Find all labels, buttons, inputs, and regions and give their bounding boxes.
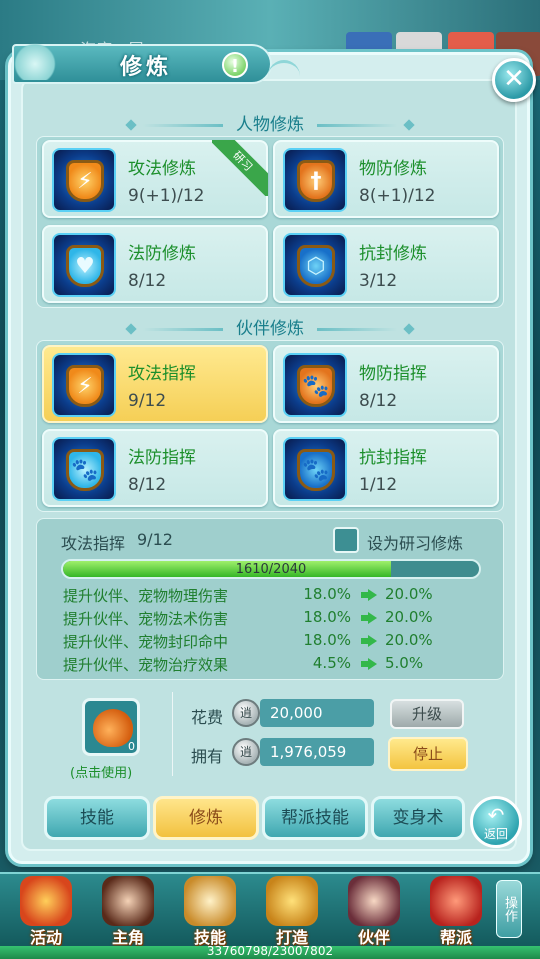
card-physical-defense-cultivation[interactable]: † 物防修炼 8(+1)/12 bbox=[273, 140, 499, 218]
hero-portrait-icon bbox=[102, 876, 154, 926]
tab-skills[interactable]: 技能 bbox=[44, 796, 150, 840]
card-level: 8/12 bbox=[128, 475, 167, 495]
selected-level: 9/12 bbox=[137, 530, 173, 549]
card-level: 9/12 bbox=[128, 391, 167, 411]
card-attack-magic-cultivation[interactable]: ⚡ 攻法修炼 9(+1)/12 研习 bbox=[42, 140, 268, 218]
arrow-right-icon bbox=[361, 635, 377, 647]
attribute-next: 20.0% bbox=[385, 631, 433, 649]
attribute-current: 18.0% bbox=[303, 585, 351, 603]
paw-shield-icon: 🐾 bbox=[297, 365, 335, 407]
acorn-item-slot[interactable]: 0 bbox=[82, 698, 140, 756]
arrow-right-icon bbox=[361, 612, 377, 624]
menu-partners[interactable]: 伙伴 bbox=[334, 876, 414, 948]
card-seal-resist-cultivation[interactable]: ⬡ 抗封修炼 3/12 bbox=[273, 225, 499, 303]
attribute-current: 18.0% bbox=[303, 631, 351, 649]
attribute-current: 18.0% bbox=[303, 608, 351, 626]
item-use-caption: (点击使用) bbox=[70, 766, 133, 781]
own-label: 拥有 bbox=[191, 747, 224, 766]
study-ribbon: 研习 bbox=[212, 140, 268, 196]
attribute-label: 提升伙伴、宠物物理伤害 bbox=[63, 587, 229, 605]
cost-label: 花费 bbox=[191, 708, 224, 727]
tab-guild-skills[interactable]: 帮派技能 bbox=[262, 796, 368, 840]
lotus-icon bbox=[10, 40, 60, 80]
acorn-icon bbox=[93, 709, 133, 747]
section-partner-heading: 伙伴修炼 bbox=[0, 314, 540, 339]
detail-panel: 攻法指挥 9/12 设为研习修炼 1610/2040 提升伙伴、宠物物理伤害 1… bbox=[36, 518, 504, 680]
card-name: 攻法修炼 bbox=[128, 159, 196, 179]
card-level: 8/12 bbox=[128, 271, 167, 291]
card-name: 物防指挥 bbox=[359, 364, 427, 384]
divider bbox=[172, 692, 173, 776]
menu-character[interactable]: 主角 bbox=[88, 876, 168, 948]
card-name: 法防指挥 bbox=[128, 448, 196, 468]
attribute-next: 20.0% bbox=[385, 608, 433, 626]
sword-shield-icon: † bbox=[297, 160, 335, 202]
partner-portrait-icon bbox=[348, 876, 400, 926]
attribute-next: 20.0% bbox=[385, 585, 433, 603]
attribute-next: 5.0% bbox=[385, 654, 424, 672]
card-physical-defense-command[interactable]: 🐾 物防指挥 8/12 bbox=[273, 345, 499, 423]
tab-cultivation[interactable]: 修炼 bbox=[153, 796, 259, 840]
card-name: 法防修炼 bbox=[128, 244, 196, 264]
set-study-checkbox[interactable] bbox=[333, 527, 359, 553]
card-magic-defense-cultivation[interactable]: ♥ 法防修炼 8/12 bbox=[42, 225, 268, 303]
silver-coin-icon: 逍 bbox=[232, 699, 260, 727]
paw-shield-icon: 🐾 bbox=[66, 449, 104, 491]
card-name: 抗封指挥 bbox=[359, 448, 427, 468]
paw-shield-icon: 🐾 bbox=[297, 449, 335, 491]
own-value: 1,976,059 bbox=[260, 738, 374, 766]
guild-banner-icon bbox=[430, 876, 482, 926]
item-count: 0 bbox=[128, 740, 135, 753]
selected-name: 攻法指挥 bbox=[61, 534, 126, 553]
attribute-label: 提升伙伴、宠物法术伤害 bbox=[63, 610, 229, 628]
window-title: 修炼 bbox=[120, 55, 173, 80]
menu-guild[interactable]: 帮派 bbox=[416, 876, 496, 948]
back-button[interactable]: ↶ 返回 bbox=[470, 796, 522, 848]
card-level: 1/12 bbox=[359, 475, 398, 495]
stop-button[interactable]: 停止 bbox=[388, 737, 468, 771]
cost-value: 20,000 bbox=[260, 699, 374, 727]
card-level: 8/12 bbox=[359, 391, 398, 411]
attribute-label: 提升伙伴、宠物封印命中 bbox=[63, 633, 229, 651]
section-character-title: 人物修炼 bbox=[236, 115, 304, 135]
card-level: 9(+1)/12 bbox=[128, 186, 205, 206]
attribute-current: 4.5% bbox=[312, 654, 351, 672]
heart-shield-icon: ♥ bbox=[66, 245, 104, 287]
card-seal-resist-command[interactable]: 🐾 抗封指挥 1/12 bbox=[273, 429, 499, 507]
back-arrow-icon: ↶ bbox=[487, 803, 505, 827]
card-name: 攻法指挥 bbox=[128, 364, 196, 384]
card-name: 抗封修炼 bbox=[359, 244, 427, 264]
menu-skills[interactable]: 技能 bbox=[170, 876, 250, 948]
lightning-badge-icon: ⚡ bbox=[66, 160, 104, 202]
experience-progress-bar: 1610/2040 bbox=[61, 559, 481, 579]
gift-bag-icon bbox=[20, 876, 72, 926]
tab-transformation[interactable]: 变身术 bbox=[371, 796, 465, 840]
close-button[interactable]: ✕ bbox=[492, 58, 536, 102]
skill-book-icon bbox=[184, 876, 236, 926]
set-study-label: 设为研习修炼 bbox=[367, 534, 464, 553]
experience-status-text: 33760798/23007802 bbox=[206, 944, 334, 958]
arrow-right-icon bbox=[361, 589, 377, 601]
menu-forge[interactable]: 打造 bbox=[252, 876, 332, 948]
hammer-icon bbox=[266, 876, 318, 926]
silver-coin-icon: 逍 bbox=[232, 738, 260, 766]
section-partner-title: 伙伴修炼 bbox=[236, 319, 304, 339]
arrow-right-icon bbox=[361, 658, 377, 670]
card-attack-magic-command[interactable]: ⚡ 攻法指挥 9/12 bbox=[42, 345, 268, 423]
card-magic-defense-command[interactable]: 🐾 法防指挥 8/12 bbox=[42, 429, 268, 507]
progress-text: 1610/2040 bbox=[235, 562, 307, 577]
upgrade-button[interactable]: 升级 bbox=[390, 699, 464, 729]
card-name: 物防修炼 bbox=[359, 159, 427, 179]
back-label: 返回 bbox=[483, 827, 508, 841]
menu-activity[interactable]: 活动 bbox=[6, 876, 86, 948]
lightning-badge-icon: ⚡ bbox=[66, 365, 104, 407]
turtle-shell-icon: ⬡ bbox=[297, 245, 335, 287]
card-level: 8(+1)/12 bbox=[359, 186, 436, 206]
attribute-label: 提升伙伴、宠物治疗效果 bbox=[63, 656, 229, 674]
operation-side-button[interactable]: 操作 bbox=[496, 880, 522, 938]
card-level: 3/12 bbox=[359, 271, 398, 291]
section-character-heading: 人物修炼 bbox=[0, 110, 540, 135]
help-button[interactable]: ! bbox=[222, 52, 248, 78]
